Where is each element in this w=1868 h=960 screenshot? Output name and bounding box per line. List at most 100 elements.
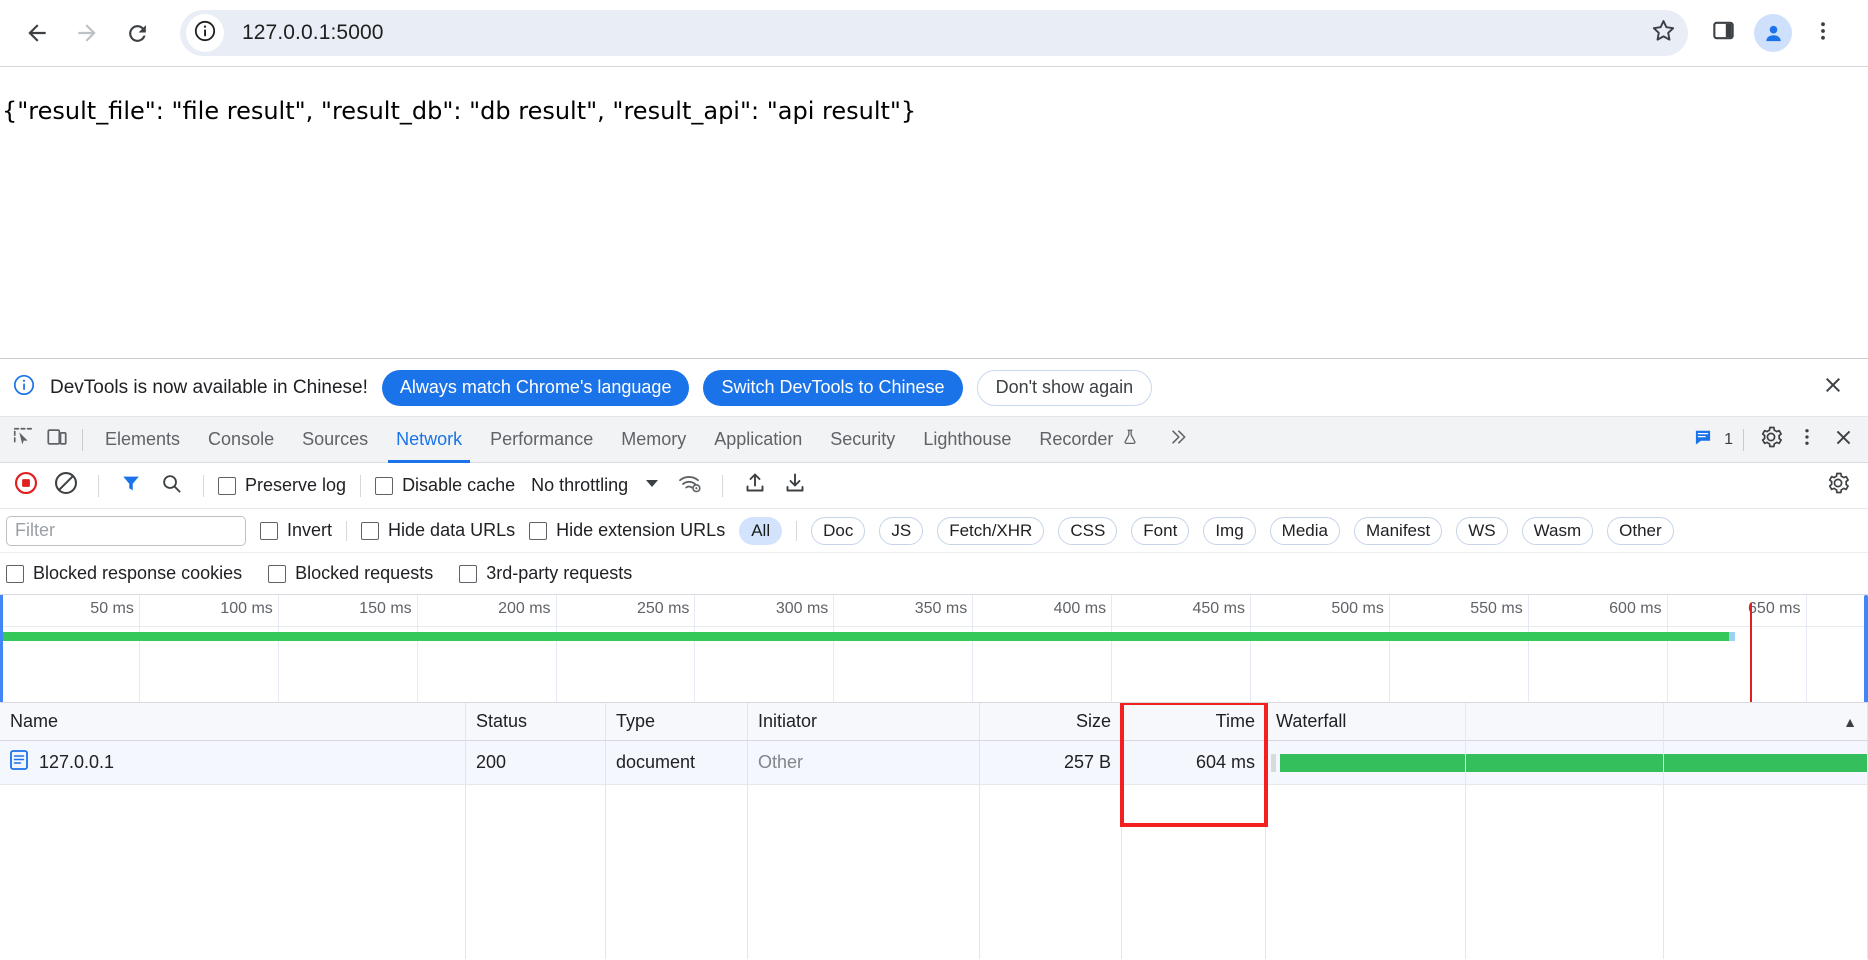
tab-security[interactable]: Security <box>816 417 909 463</box>
tab-elements[interactable]: Elements <box>91 417 194 463</box>
console-message-count: 1 <box>1724 430 1733 448</box>
export-har-button[interactable] <box>777 468 813 504</box>
filter-chip-wasm[interactable]: Wasm <box>1521 516 1594 545</box>
devtools-panel: DevTools is now available in Chinese! Al… <box>0 358 1868 959</box>
record-button[interactable] <box>8 468 44 504</box>
overview-left-handle[interactable] <box>0 595 3 702</box>
always-match-language-button[interactable]: Always match Chrome's language <box>381 369 690 406</box>
column-header-initiator[interactable]: Initiator <box>748 703 980 740</box>
devtools-close-button[interactable] <box>1826 423 1860 457</box>
dont-show-again-button[interactable]: Don't show again <box>976 369 1153 406</box>
filter-toggle-button[interactable] <box>113 468 149 504</box>
bookmark-button[interactable] <box>1644 14 1682 52</box>
search-button[interactable] <box>153 468 189 504</box>
filter-chip-img[interactable]: Img <box>1203 516 1256 545</box>
blocked-response-cookies-checkbox[interactable]: Blocked response cookies <box>6 563 242 584</box>
overview-tick-label: 500 ms <box>1331 600 1384 617</box>
overview-tick: 50 ms <box>90 595 140 702</box>
column-header-status[interactable]: Status <box>466 703 606 740</box>
filter-chip-css[interactable]: CSS <box>1058 516 1118 545</box>
download-icon <box>783 471 807 500</box>
overview-tick-label: 550 ms <box>1470 600 1523 617</box>
checkbox-box <box>459 564 478 583</box>
tab-lighthouse[interactable]: Lighthouse <box>909 417 1025 463</box>
tab-recorder[interactable]: Recorder <box>1025 417 1153 463</box>
filter-chip-fetch-xhr[interactable]: Fetch/XHR <box>937 516 1045 545</box>
filter-chip-js[interactable]: JS <box>879 516 924 545</box>
column-header-size[interactable]: Size <box>980 703 1122 740</box>
browser-menu-button[interactable] <box>1800 10 1846 56</box>
filter-chip-other[interactable]: Other <box>1607 516 1674 545</box>
hide-data-urls-checkbox[interactable]: Hide data URLs <box>361 520 515 541</box>
tab-console[interactable]: Console <box>194 417 288 463</box>
message-icon <box>1693 427 1713 452</box>
overview-request-bar-tail <box>1729 632 1736 641</box>
blocked-filters-row: Blocked response cookies Blocked request… <box>0 553 1868 595</box>
device-toolbar-button[interactable] <box>40 423 74 457</box>
column-header-name[interactable]: Name <box>0 703 466 740</box>
overview-tick: 200 ms <box>498 595 557 702</box>
cell-type: document <box>606 741 748 784</box>
filter-chip-ws[interactable]: WS <box>1456 516 1508 545</box>
switch-to-chinese-button[interactable]: Switch DevTools to Chinese <box>703 369 963 406</box>
column-header-waterfall[interactable]: Waterfall ▲ <box>1266 703 1868 740</box>
filter-chip-doc[interactable]: Doc <box>811 516 866 545</box>
cell-size: 257 B <box>980 741 1122 784</box>
filter-input[interactable]: Filter <box>6 515 246 546</box>
tab-recorder-label: Recorder <box>1039 429 1114 449</box>
devtools-settings-button[interactable] <box>1754 423 1788 457</box>
invert-checkbox[interactable]: Invert <box>260 520 332 541</box>
filter-chip-all[interactable]: All <box>739 516 783 545</box>
clear-requests-button[interactable] <box>48 468 84 504</box>
banner-close-button[interactable] <box>1816 371 1850 405</box>
tab-performance[interactable]: Performance <box>476 417 607 463</box>
address-bar-url[interactable]: 127.0.0.1:5000 <box>242 21 384 45</box>
console-messages-button[interactable] <box>1686 423 1720 457</box>
profile-button[interactable] <box>1750 10 1796 56</box>
more-tabs-button[interactable] <box>1153 417 1203 463</box>
blocked-requests-checkbox[interactable]: Blocked requests <box>268 563 433 584</box>
tab-network[interactable]: Network <box>382 417 476 463</box>
hide-data-urls-label: Hide data URLs <box>388 520 516 540</box>
reload-icon <box>125 21 150 46</box>
hide-extension-urls-checkbox[interactable]: Hide extension URLs <box>529 520 725 541</box>
column-header-type[interactable]: Type <box>606 703 748 740</box>
filter-chip-media[interactable]: Media <box>1269 516 1340 545</box>
cell-name[interactable]: 127.0.0.1 <box>0 741 466 784</box>
tab-memory[interactable]: Memory <box>607 417 700 463</box>
back-button[interactable] <box>14 10 60 56</box>
tab-sources[interactable]: Sources <box>288 417 382 463</box>
back-arrow-icon <box>24 20 50 46</box>
third-party-requests-label: 3rd-party requests <box>486 563 633 583</box>
disable-cache-checkbox[interactable]: Disable cache <box>375 475 515 496</box>
table-row[interactable]: 127.0.0.1 200 document Other 257 B 604 m… <box>0 741 1868 785</box>
network-settings-button[interactable] <box>1820 468 1856 504</box>
upload-icon <box>743 471 767 500</box>
overview-tick-label: 150 ms <box>359 600 412 617</box>
hide-extension-urls-label: Hide extension URLs <box>556 520 726 540</box>
third-party-requests-checkbox[interactable]: 3rd-party requests <box>459 563 632 584</box>
site-info-button[interactable] <box>186 14 224 52</box>
reload-button[interactable] <box>114 10 160 56</box>
throttling-select[interactable]: No throttling <box>531 475 660 496</box>
column-header-time[interactable]: Time <box>1122 703 1266 740</box>
address-bar[interactable]: 127.0.0.1:5000 <box>180 10 1688 56</box>
filter-chip-manifest[interactable]: Manifest <box>1353 516 1443 545</box>
overview-tick-label: 450 ms <box>1192 600 1245 617</box>
filter-chip-font[interactable]: Font <box>1131 516 1190 545</box>
network-overview-timeline[interactable]: 50 ms 100 ms 150 ms 200 ms 250 ms 300 ms 350 m… <box>0 595 1868 703</box>
overview-right-handle[interactable] <box>1864 595 1868 702</box>
overview-tick-label: 350 ms <box>914 600 968 617</box>
import-har-button[interactable] <box>737 468 773 504</box>
wifi-settings-icon <box>677 472 703 499</box>
devtools-more-options-button[interactable] <box>1790 423 1824 457</box>
inspect-element-button[interactable] <box>6 423 40 457</box>
preserve-log-checkbox[interactable]: Preserve log <box>218 475 346 496</box>
tab-application[interactable]: Application <box>700 417 816 463</box>
side-panel-button[interactable] <box>1700 10 1746 56</box>
forward-button[interactable] <box>64 10 110 56</box>
network-conditions-button[interactable] <box>672 468 708 504</box>
side-panel-icon <box>1711 18 1736 48</box>
info-icon <box>12 373 36 402</box>
sort-ascending-icon: ▲ <box>1843 713 1857 730</box>
